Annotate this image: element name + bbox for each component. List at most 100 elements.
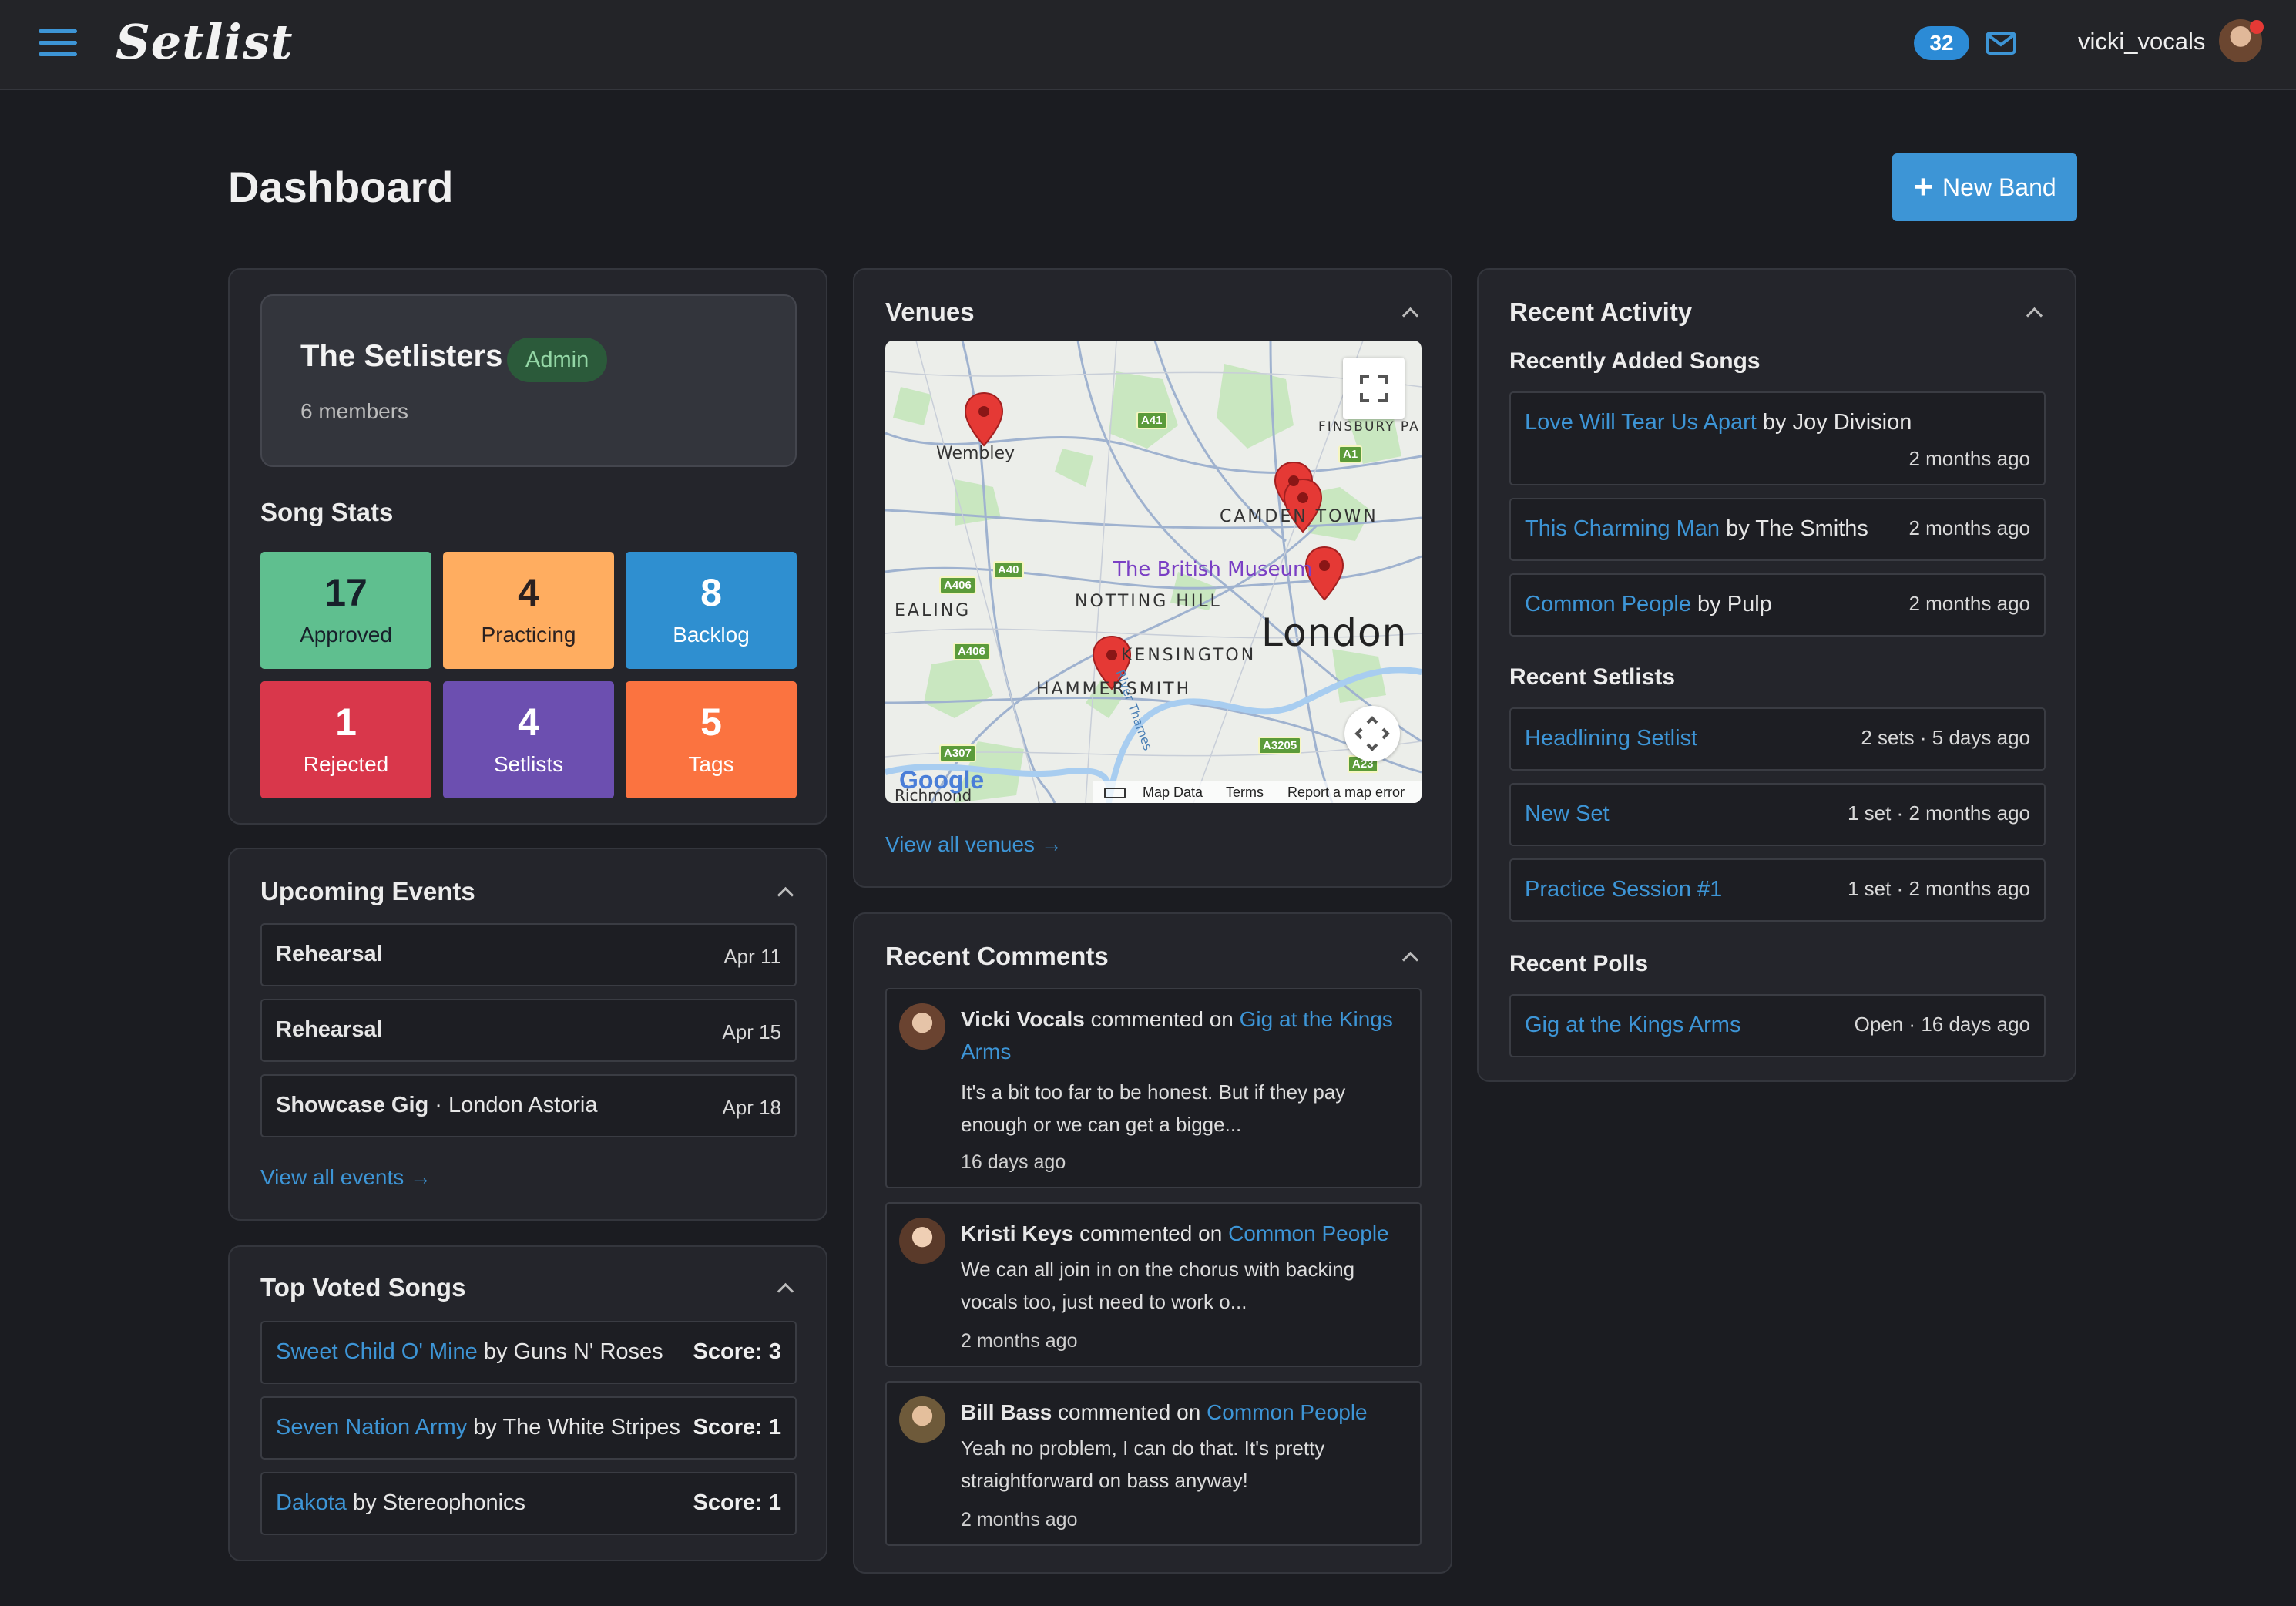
voted-song-row[interactable]: Sweet Child O' Mine by Guns N' Roses Sco… <box>260 1321 797 1384</box>
event-row[interactable]: Rehearsal Apr 11 <box>260 923 797 986</box>
event-date: Apr 18 <box>722 1096 781 1119</box>
role-badge: Admin <box>507 338 608 382</box>
comment-target-link[interactable]: Common People <box>1207 1400 1368 1424</box>
song-link[interactable]: This Charming Man <box>1525 516 1720 541</box>
notification-count-badge[interactable]: 32 <box>1914 26 1969 60</box>
recent-song-row[interactable]: Love Will Tear Us Apart by Joy Division … <box>1509 391 2046 485</box>
recent-polls-title: Recent Polls <box>1509 951 1649 976</box>
recent-poll-row[interactable]: Gig at the Kings Arms Open · 16 days ago <box>1509 994 2046 1057</box>
comment-target-link[interactable]: Common People <box>1228 1221 1389 1245</box>
map-label: CAMDEN TOWN <box>1220 507 1378 526</box>
song-artist: by Stereophonics <box>346 1490 526 1515</box>
map-data-link[interactable]: Map Data <box>1143 781 1203 803</box>
upcoming-events-title: Upcoming Events <box>260 877 475 905</box>
collapse-chevron-icon[interactable] <box>777 883 795 902</box>
new-band-button[interactable]: + New Band <box>1892 153 2077 221</box>
stat-approved[interactable]: 17 Approved <box>260 552 431 669</box>
venues-card: Venues Wembley FINSBURY PA CAMDEN TOWN N… <box>853 268 1452 888</box>
stat-setlists[interactable]: 4 Setlists <box>443 681 614 798</box>
hamburger-menu-icon[interactable] <box>39 29 77 57</box>
avatar[interactable] <box>899 1218 945 1264</box>
comment-time: 2 months ago <box>961 1509 1078 1530</box>
venues-map[interactable]: Wembley FINSBURY PA CAMDEN TOWN NOTTING … <box>885 341 1422 803</box>
comment-author[interactable]: Bill Bass <box>961 1400 1052 1424</box>
setlist-link[interactable]: New Set <box>1525 801 1610 827</box>
recent-setlist-row[interactable]: Headlining Setlist 2 sets · 5 days ago <box>1509 707 2046 771</box>
fullscreen-icon[interactable] <box>1343 358 1405 419</box>
stat-label: Rejected <box>303 752 389 776</box>
keyboard-icon[interactable] <box>1104 788 1126 798</box>
voted-song-row[interactable]: Dakota by Stereophonics Score: 1 <box>260 1472 797 1535</box>
recent-song-row[interactable]: This Charming Man by The Smiths 2 months… <box>1509 498 2046 561</box>
stat-rejected[interactable]: 1 Rejected <box>260 681 431 798</box>
terms-link[interactable]: Terms <box>1226 781 1264 803</box>
song-link[interactable]: Sweet Child O' Mine <box>276 1339 478 1364</box>
stat-label: Tags <box>688 752 734 776</box>
song-added-time: 2 months ago <box>1908 447 2030 470</box>
avatar[interactable] <box>899 1003 945 1050</box>
comment-author[interactable]: Vicki Vocals <box>961 1007 1085 1031</box>
band-summary[interactable]: The Setlisters Admin 6 members <box>260 294 797 467</box>
collapse-chevron-icon[interactable] <box>1401 304 1420 322</box>
comment-item: Vicki Vocals commented on Gig at the Kin… <box>885 988 1422 1188</box>
song-link[interactable]: Love Will Tear Us Apart <box>1525 410 1757 435</box>
stat-label: Practicing <box>481 623 576 647</box>
song-added-time: 2 months ago <box>1908 592 2030 615</box>
event-row[interactable]: Showcase Gig · London Astoria Apr 18 <box>260 1074 797 1137</box>
recent-song-row[interactable]: Common People by Pulp 2 months ago <box>1509 573 2046 637</box>
stat-tags[interactable]: 5 Tags <box>626 681 797 798</box>
mail-icon[interactable] <box>1985 28 2017 59</box>
collapse-chevron-icon[interactable] <box>777 1279 795 1298</box>
poll-link[interactable]: Gig at the Kings Arms <box>1525 1013 1740 1038</box>
recent-activity-title: Recent Activity <box>1509 297 1693 326</box>
comment-time: 16 days ago <box>961 1151 1066 1173</box>
map-pan-control-icon[interactable] <box>1344 706 1400 761</box>
recently-added-songs-title: Recently Added Songs <box>1509 348 1761 374</box>
road-shield: A307 <box>939 744 976 762</box>
setlist-meta: 2 sets · 5 days ago <box>1861 726 2030 749</box>
event-name: Showcase Gig <box>276 1093 429 1117</box>
report-map-error-link[interactable]: Report a map error <box>1287 781 1405 803</box>
song-artist: by The White Stripes <box>467 1415 680 1440</box>
google-logo: Google <box>899 766 985 794</box>
map-label: EALING <box>895 601 972 620</box>
stat-practicing[interactable]: 4 Practicing <box>443 552 614 669</box>
setlist-link[interactable]: Practice Session #1 <box>1525 877 1722 902</box>
username-label[interactable]: vicki_vocals <box>2078 28 2205 55</box>
song-artist: by The Smiths <box>1720 516 1868 541</box>
map-poi-label[interactable]: The British Museum <box>1113 558 1312 581</box>
band-name: The Setlisters <box>300 339 503 373</box>
recent-setlist-row[interactable]: Practice Session #1 1 set · 2 months ago <box>1509 858 2046 922</box>
comment-author[interactable]: Kristi Keys <box>961 1221 1073 1245</box>
setlist-link[interactable]: Headlining Setlist <box>1525 726 1697 751</box>
stat-value: 5 <box>700 701 722 744</box>
collapse-chevron-icon[interactable] <box>2026 304 2044 322</box>
recent-setlist-row[interactable]: New Set 1 set · 2 months ago <box>1509 783 2046 846</box>
comment-text: It's a bit too far to be honest. But if … <box>961 1080 1346 1136</box>
top-navbar: Setlist 32 vicki_vocals <box>0 0 2296 90</box>
song-link[interactable]: Dakota <box>276 1490 347 1515</box>
comment-verb: commented on <box>1073 1221 1229 1245</box>
comment-text: Yeah no problem, I can do that. It's pre… <box>961 1436 1325 1492</box>
comment-text: We can all join in on the chorus with ba… <box>961 1258 1355 1313</box>
brand-logo[interactable]: Setlist <box>116 14 294 70</box>
voted-song-row[interactable]: Seven Nation Army by The White Stripes S… <box>260 1396 797 1460</box>
stat-label: Backlog <box>673 623 750 647</box>
road-shield: A40 <box>993 561 1024 579</box>
poll-meta: Open · 16 days ago <box>1854 1013 2030 1036</box>
event-row[interactable]: Rehearsal Apr 15 <box>260 999 797 1062</box>
song-score: Score: 1 <box>693 1415 781 1440</box>
road-shield: A41 <box>1136 412 1167 429</box>
comment-verb: commented on <box>1084 1007 1240 1031</box>
collapse-chevron-icon[interactable] <box>1401 948 1420 966</box>
avatar[interactable] <box>899 1396 945 1443</box>
view-all-events-link[interactable]: View all events → <box>260 1165 431 1190</box>
view-all-venues-link[interactable]: View all venues → <box>885 832 1062 857</box>
song-link[interactable]: Common People <box>1525 592 1691 617</box>
song-link[interactable]: Seven Nation Army <box>276 1415 467 1440</box>
stat-value: 8 <box>700 571 722 614</box>
event-name: Rehearsal <box>276 942 383 966</box>
recent-comments-title: Recent Comments <box>885 942 1109 970</box>
stat-backlog[interactable]: 8 Backlog <box>626 552 797 669</box>
recent-setlists-title: Recent Setlists <box>1509 664 1676 690</box>
